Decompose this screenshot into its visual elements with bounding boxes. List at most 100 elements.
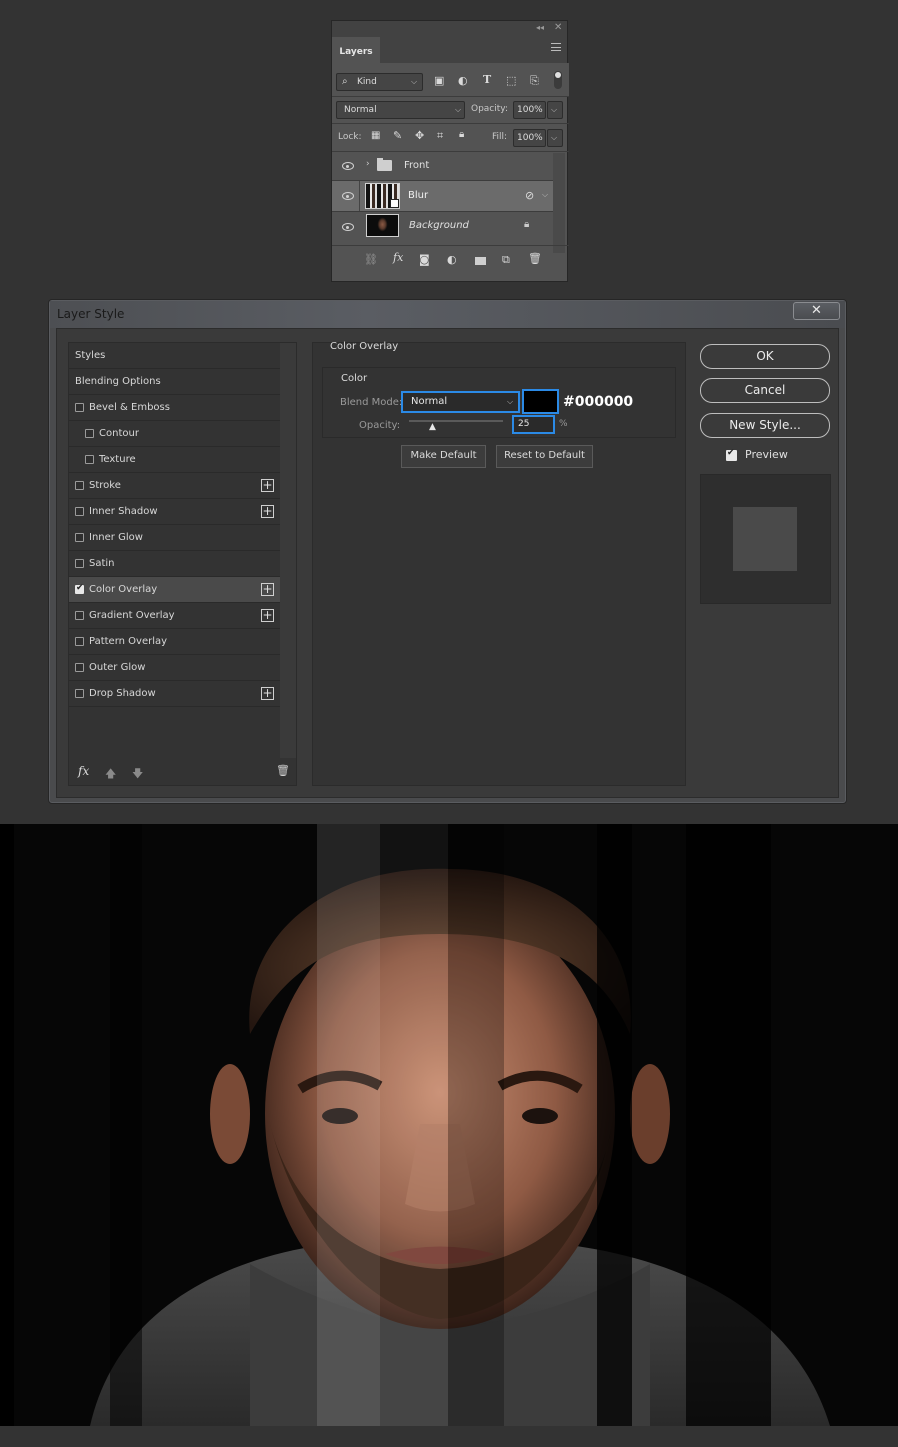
adjustment-filter-icon[interactable]: ◐ [458,74,468,87]
move-down-icon[interactable]: 🡇 [132,765,143,784]
style-item-gradient-overlay[interactable]: Gradient Overlay + [69,603,280,629]
style-checkbox[interactable] [75,583,84,594]
opacity-input[interactable]: 25 [512,415,555,434]
style-checkbox[interactable] [75,507,84,516]
layer-effects-icon[interactable]: ⊘ [525,189,534,202]
style-item-label: Bevel & Emboss [89,402,170,413]
layer-row-background[interactable]: Background 🔒︎ [332,212,553,242]
reset-to-default-button[interactable]: Reset to Default [496,445,593,468]
layer-blend-mode-value: Normal [344,105,377,115]
style-checkbox[interactable] [75,663,84,672]
blend-mode-select[interactable]: Normal ⌵ [401,391,520,413]
layer-row-blur[interactable]: Blur ⊘ ⌵ [332,181,553,211]
styles-list-scrollbar[interactable] [280,343,296,758]
preview-thumbnail [700,474,831,604]
add-effect-icon[interactable]: + [261,505,274,518]
close-panel-icon[interactable]: ✕ [554,22,562,33]
filter-toggle[interactable] [554,71,562,89]
fill-value: 100% [517,133,543,143]
new-style-button[interactable]: New Style... [700,413,830,438]
style-item-label: Drop Shadow [89,688,156,699]
adjustment-layer-icon[interactable]: ◐ [447,253,457,266]
filter-kind-select[interactable]: ⌕ Kind ⌵ [336,73,423,91]
dialog-title: Layer Style [57,307,125,321]
lock-pixels-icon[interactable]: ✎ [393,129,402,142]
collapse-panel-icon[interactable]: ◂◂ [536,23,544,32]
lock-all-icon[interactable]: 🔒︎ [459,129,464,140]
layer-opacity-dropdown[interactable]: ⌵ [547,101,563,119]
preview-swatch [733,507,797,571]
style-item-bevel-emboss[interactable]: Bevel & Emboss [69,395,280,421]
style-item-blending-options[interactable]: Blending Options [69,369,280,395]
folder-icon [377,158,392,171]
style-checkbox[interactable] [75,559,84,568]
move-up-icon[interactable]: 🡅 [105,765,116,784]
style-checkbox[interactable] [75,481,84,490]
delete-effect-icon[interactable]: 🗑︎ [276,764,290,777]
style-item-pattern-overlay[interactable]: Pattern Overlay [69,629,280,655]
new-group-folder-icon[interactable] [475,257,486,265]
add-effect-icon[interactable]: + [261,609,274,622]
style-item-contour[interactable]: Contour [69,421,280,447]
color-swatch[interactable] [522,389,559,414]
style-item-color-overlay[interactable]: Color Overlay + [69,577,280,603]
visibility-eye-icon[interactable] [342,162,354,170]
add-effect-icon[interactable]: + [261,583,274,596]
style-checkbox[interactable] [75,533,84,542]
cancel-label: Cancel [744,383,786,397]
layer-blend-mode-select[interactable]: Normal ⌵ [336,101,465,119]
ok-button[interactable]: OK [700,344,830,369]
pixel-filter-icon[interactable]: ▣ [434,74,444,87]
style-checkbox[interactable] [85,429,94,438]
layer-opacity-field[interactable]: 100% [513,101,546,119]
style-item-outer-glow[interactable]: Outer Glow [69,655,280,681]
make-default-button[interactable]: Make Default [401,445,486,468]
smart-object-filter-icon[interactable]: ⎘ [530,74,539,88]
panel-menu-icon[interactable] [551,43,561,51]
style-item-styles[interactable]: Styles [69,343,280,369]
chevron-down-icon[interactable]: ⌵ [542,190,548,200]
style-item-inner-shadow[interactable]: Inner Shadow + [69,499,280,525]
style-checkbox[interactable] [85,455,94,464]
style-checkbox[interactable] [75,689,84,698]
cancel-button[interactable]: Cancel [700,378,830,403]
style-item-label: Texture [99,454,136,465]
style-item-inner-glow[interactable]: Inner Glow [69,525,280,551]
lock-position-icon[interactable]: ✥ [415,129,424,142]
add-layer-style-icon[interactable]: fx [393,251,403,264]
preview-checkbox[interactable] [726,448,737,461]
lock-artboard-icon[interactable]: ⌗ [437,129,443,143]
fill-field[interactable]: 100% [513,129,546,147]
style-item-drop-shadow[interactable]: Drop Shadow + [69,681,280,707]
opacity-slider-knob[interactable]: ▲ [429,423,436,432]
add-effect-icon[interactable]: + [261,687,274,700]
style-checkbox[interactable] [75,611,84,620]
style-item-satin[interactable]: Satin [69,551,280,577]
opacity-slider[interactable]: ▲ [409,420,503,432]
expand-group-icon[interactable]: › [366,159,370,169]
tab-layers[interactable]: Layers [332,37,380,63]
link-layers-icon[interactable]: ⛓︎ [364,253,378,266]
close-button[interactable]: ✕ [793,302,840,320]
add-mask-icon[interactable]: ◙ [419,253,430,266]
add-effect-icon[interactable]: + [261,479,274,492]
style-checkbox[interactable] [75,637,84,646]
trash-icon[interactable]: 🗑︎ [528,252,542,265]
new-layer-icon[interactable]: ⧉ [502,253,510,267]
lock-transparency-icon[interactable]: ▦ [371,130,380,141]
visibility-eye-icon[interactable] [342,223,354,231]
fx-menu-icon[interactable]: fx [78,764,89,778]
type-filter-icon[interactable]: T [483,73,491,86]
chevron-down-icon: ⌵ [551,105,558,114]
section-title: Color Overlay [330,341,399,352]
shape-filter-icon[interactable]: ⬚ [506,74,516,87]
reset-to-default-label: Reset to Default [504,450,585,461]
fill-dropdown[interactable]: ⌵ [547,129,563,147]
visibility-eye-icon[interactable] [342,192,354,200]
style-item-stroke[interactable]: Stroke + [69,473,280,499]
style-item-texture[interactable]: Texture [69,447,280,473]
layer-name: Background [409,220,469,231]
layers-scrollbar[interactable] [553,153,565,253]
style-checkbox[interactable] [75,403,84,412]
layer-row-front[interactable]: › Front [332,152,553,181]
